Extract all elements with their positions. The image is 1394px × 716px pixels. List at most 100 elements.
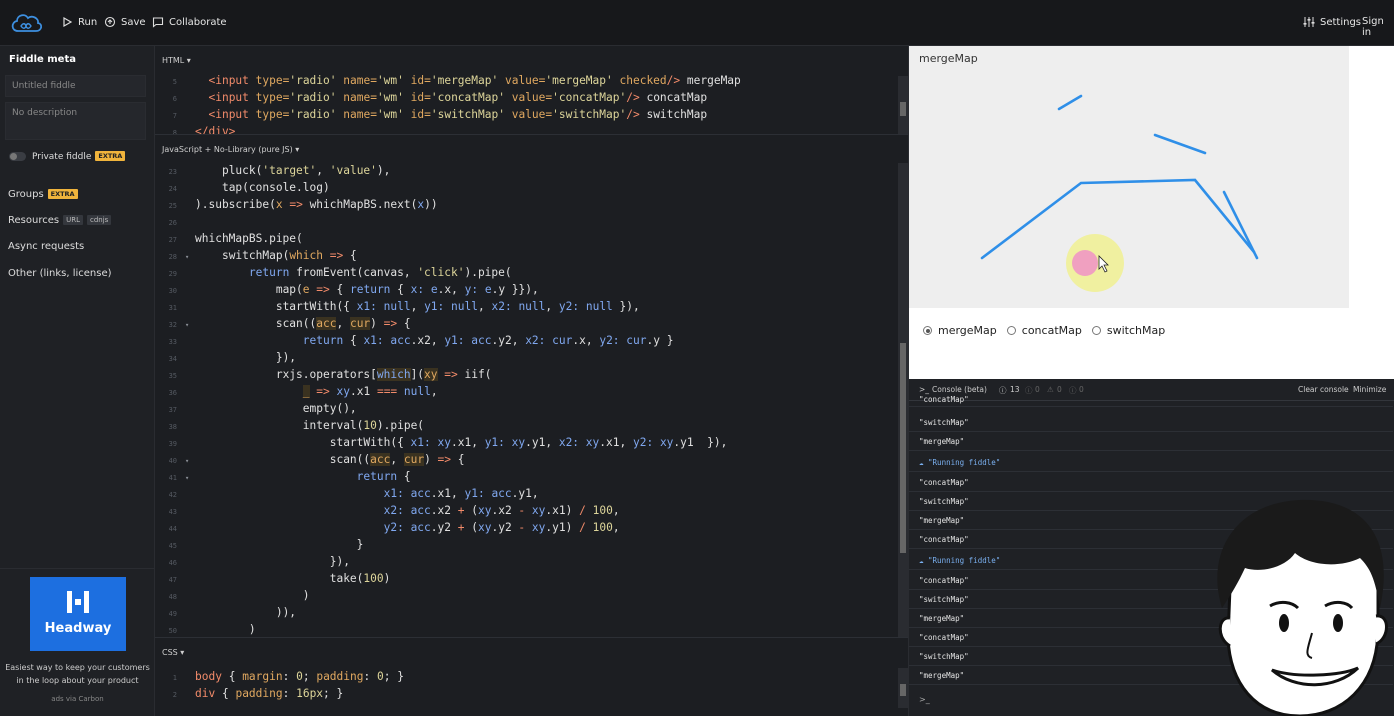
line-number: 49 bbox=[168, 610, 177, 618]
sidebar: Fiddle meta Untitled fiddle No descripti… bbox=[0, 46, 155, 716]
radio-label: switchMap bbox=[1106, 324, 1166, 337]
js-pane[interactable]: JavaScript + No-Library (pure JS) ▾ 23 p… bbox=[155, 135, 908, 637]
sliders-icon bbox=[1303, 17, 1315, 27]
css-pane-label[interactable]: CSS ▾ bbox=[162, 648, 184, 657]
headway-brand: Headway bbox=[44, 621, 112, 636]
console-row: "switchMap" bbox=[909, 413, 1393, 432]
console-row: "mergeMap" bbox=[909, 432, 1393, 451]
resources-text: Resources bbox=[8, 215, 60, 226]
drawn-line bbox=[1153, 133, 1207, 155]
line-number: 7 bbox=[172, 112, 177, 120]
log-count: 13 bbox=[1010, 385, 1020, 394]
sidebar-item-async[interactable]: Async requests bbox=[8, 241, 84, 252]
ads-via-carbon[interactable]: ads via Carbon bbox=[0, 695, 155, 703]
run-label: Run bbox=[78, 16, 98, 28]
minimize-button[interactable]: Minimize bbox=[1353, 385, 1386, 394]
drawing-canvas[interactable]: mergeMap bbox=[909, 46, 1349, 308]
jsfiddle-logo-icon[interactable] bbox=[9, 11, 43, 35]
radio-label: mergeMap bbox=[938, 324, 997, 337]
top-bar: Run Save Collaborate Settings Sign in bbox=[0, 0, 1394, 46]
drawn-line bbox=[1057, 94, 1083, 111]
result-panel: mergeMap mergeMap concatMap switchMap bbox=[908, 46, 1394, 379]
editor-area: HTML ▾ 5 <input type='radio' name='wm' i… bbox=[155, 46, 908, 716]
html-pane[interactable]: HTML ▾ 5 <input type='radio' name='wm' i… bbox=[155, 46, 908, 134]
line-number: 25 bbox=[168, 202, 177, 210]
private-toggle[interactable] bbox=[9, 152, 26, 161]
canvas-drawing[interactable] bbox=[909, 46, 1349, 308]
cdnjs-badge: cdnjs bbox=[86, 215, 112, 225]
ad-text[interactable]: Easiest way to keep your customers in th… bbox=[4, 661, 151, 687]
headway-ad-image[interactable]: Headway bbox=[30, 577, 126, 651]
line-number: 2 bbox=[172, 691, 177, 699]
html-pane-label[interactable]: HTML ▾ bbox=[162, 56, 191, 65]
line-number: 31 bbox=[168, 304, 177, 312]
line-number: 42 bbox=[168, 491, 177, 499]
line-number: 40 bbox=[168, 457, 177, 465]
js-scrollbar[interactable] bbox=[898, 163, 908, 637]
console-input[interactable]: >_ bbox=[919, 695, 930, 704]
settings-label: Settings bbox=[1320, 16, 1362, 28]
save-button[interactable]: Save bbox=[104, 16, 146, 28]
cloud-upload-icon bbox=[104, 16, 116, 28]
sidebar-item-other[interactable]: Other (links, license) bbox=[8, 268, 112, 279]
warning-count: 0 bbox=[1057, 385, 1062, 394]
clear-console-button[interactable]: Clear console bbox=[1298, 385, 1349, 394]
console-row: "concatMap" bbox=[909, 473, 1393, 492]
drawn-line bbox=[1222, 190, 1259, 260]
error-count: 0 bbox=[1079, 385, 1084, 394]
groups-text: Groups bbox=[8, 189, 44, 200]
css-code[interactable]: 1 body { margin: 0; padding: 0; } 2 div { p… bbox=[155, 669, 895, 703]
fiddle-description-input[interactable]: No description bbox=[5, 102, 146, 140]
css-pane[interactable]: CSS ▾ 1 body { margin: 0; padding: 0; } 2 d… bbox=[155, 638, 908, 716]
line-number: 37 bbox=[168, 406, 177, 414]
css-scrollbar[interactable] bbox=[898, 668, 908, 708]
radio-group: mergeMap concatMap switchMap bbox=[923, 324, 1165, 337]
collaborate-button[interactable]: Collaborate bbox=[152, 16, 227, 28]
line-number: 43 bbox=[168, 508, 177, 516]
extra-badge: EXTRA bbox=[95, 151, 126, 161]
chat-icon bbox=[152, 17, 164, 28]
line-number: 29 bbox=[168, 270, 177, 278]
play-icon bbox=[63, 16, 73, 28]
line-number: 44 bbox=[168, 525, 177, 533]
private-text: Private fiddle bbox=[32, 152, 92, 162]
groups-extra-badge: EXTRA bbox=[47, 189, 78, 199]
line-number: 50 bbox=[168, 627, 177, 635]
collaborate-label: Collaborate bbox=[169, 16, 227, 28]
js-code[interactable]: 23 pluck('target', 'value'), 24 tap(conso… bbox=[155, 163, 895, 637]
html-code[interactable]: 5 <input type='radio' name='wm' id='merg… bbox=[155, 73, 895, 134]
console-row: "concatMap" bbox=[909, 395, 1393, 407]
radio-mergemap[interactable] bbox=[923, 326, 932, 335]
line-number: 23 bbox=[168, 168, 177, 176]
fiddle-name-input[interactable]: Untitled fiddle bbox=[5, 75, 146, 97]
line-number: 34 bbox=[168, 355, 177, 363]
console-prompt-icon: >_ bbox=[919, 385, 930, 394]
line-number: 27 bbox=[168, 236, 177, 244]
cartoon-face-overlay bbox=[1217, 499, 1388, 716]
sidebar-item-resources[interactable]: Resources URL cdnjs bbox=[8, 215, 112, 226]
js-pane-label[interactable]: JavaScript + No-Library (pure JS) ▾ bbox=[162, 145, 299, 154]
console-title: Console (beta) bbox=[932, 385, 987, 394]
radio-concatmap[interactable] bbox=[1006, 326, 1016, 335]
line-number: 48 bbox=[168, 593, 177, 601]
line-number: 32 bbox=[168, 321, 177, 329]
line-number: 1 bbox=[172, 674, 177, 682]
signin-link[interactable]: Sign in bbox=[1362, 16, 1394, 38]
carbon-ad[interactable]: Headway Easiest way to keep your custome… bbox=[0, 568, 155, 716]
line-number: 41 bbox=[168, 474, 177, 482]
line-number: 8 bbox=[172, 129, 177, 134]
radio-switchmap[interactable] bbox=[1091, 326, 1101, 335]
info-count: 0 bbox=[1035, 385, 1040, 394]
settings-button[interactable]: Settings bbox=[1303, 16, 1361, 28]
html-scrollbar[interactable] bbox=[898, 76, 908, 134]
line-number: 6 bbox=[172, 95, 177, 103]
click-point bbox=[1072, 250, 1098, 276]
line-number: 45 bbox=[168, 542, 177, 550]
sidebar-item-groups[interactable]: Groups EXTRA bbox=[8, 189, 78, 200]
line-number: 38 bbox=[168, 423, 177, 431]
line-number: 28 bbox=[168, 253, 177, 261]
line-number: 39 bbox=[168, 440, 177, 448]
radio-label: concatMap bbox=[1021, 324, 1082, 337]
run-button[interactable]: Run bbox=[61, 16, 97, 28]
warning-icon: ⚠ bbox=[1047, 385, 1054, 394]
